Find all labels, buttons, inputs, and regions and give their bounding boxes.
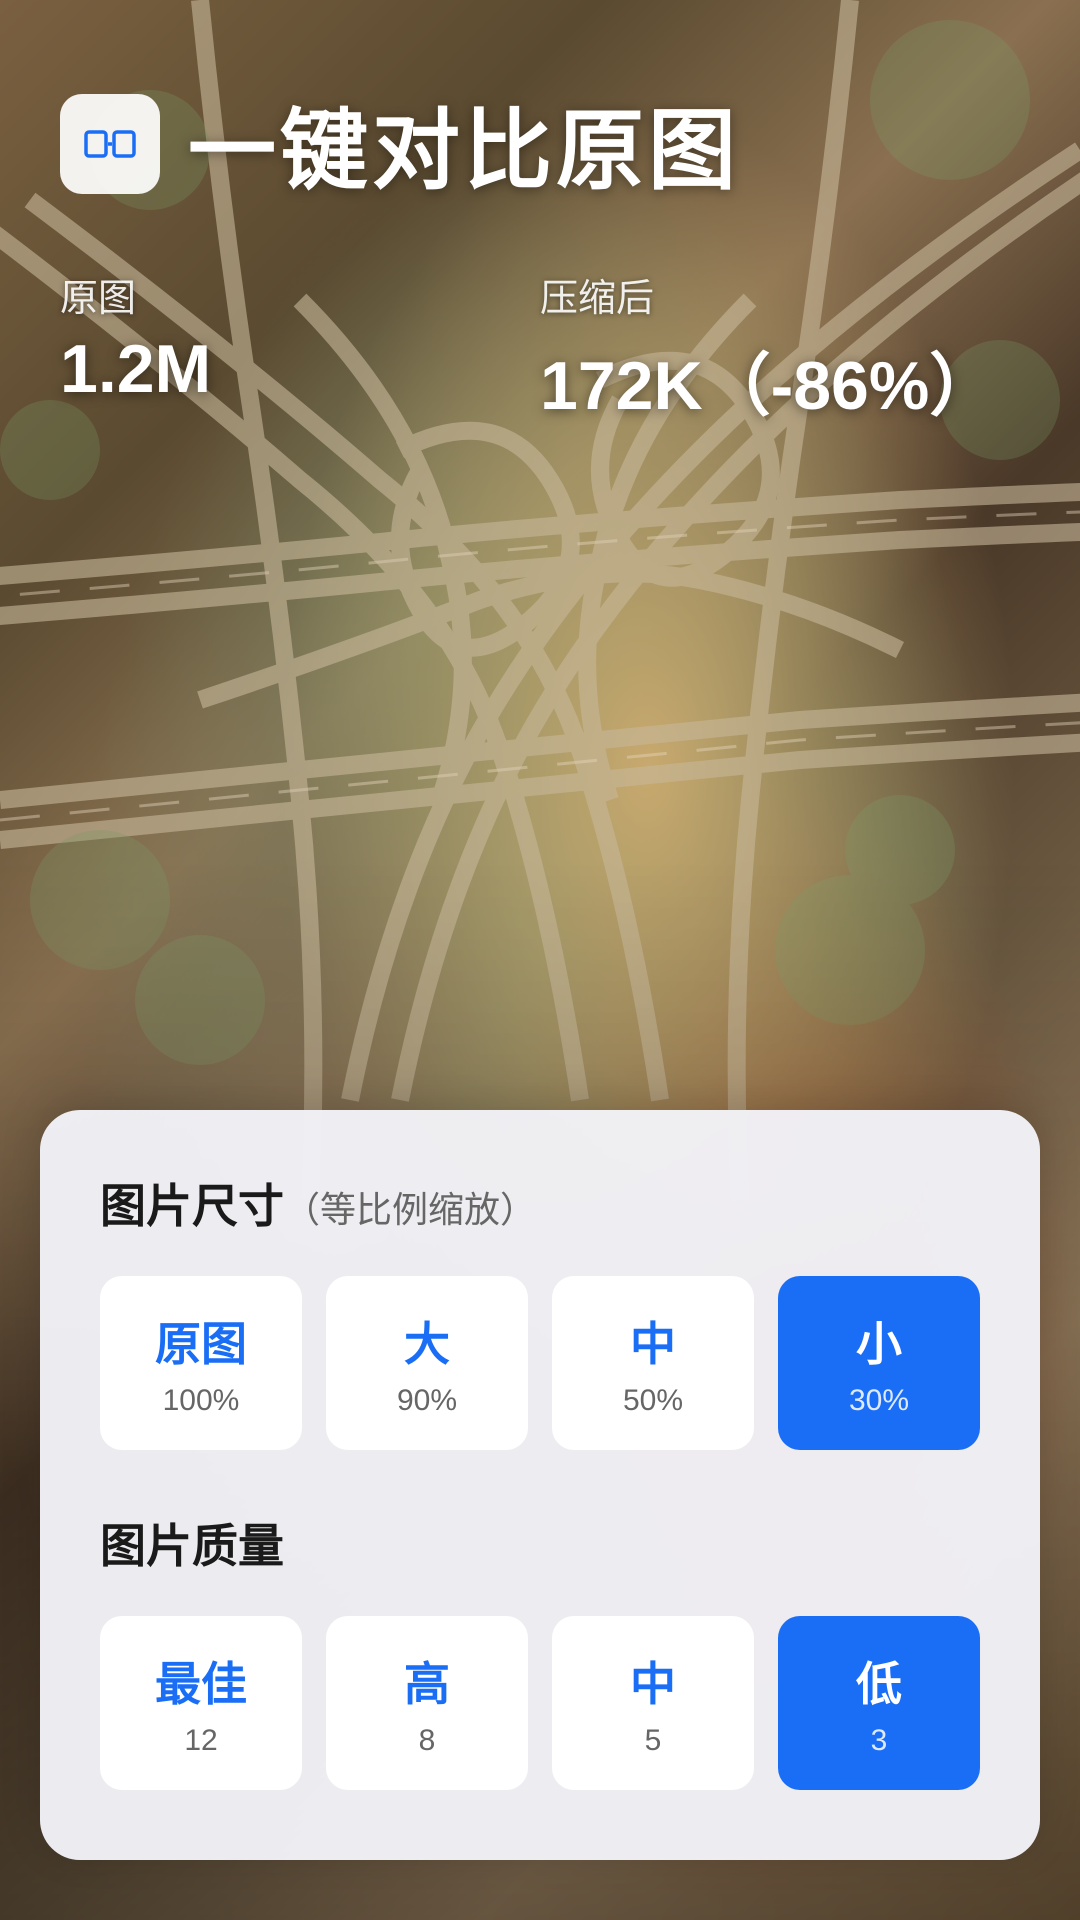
size-section-title: 图片尺寸（等比例缩放） <box>100 1170 980 1236</box>
size-small-btn[interactable]: 小 30% <box>778 1276 980 1450</box>
app-title: 一键对比原图 <box>188 80 740 207</box>
size-options-grid: 原图 100% 大 90% 中 50% 小 30% <box>100 1276 980 1450</box>
size-medium-value: 50% <box>623 1384 683 1418</box>
top-content: 一键对比原图 原图 1.2M 压缩后 172K（-86%） <box>0 0 1080 429</box>
quality-medium-btn[interactable]: 中 5 <box>552 1616 754 1790</box>
quality-low-value: 3 <box>871 1724 888 1758</box>
compressed-value: 172K（-86%） <box>540 330 1020 429</box>
quality-medium-label: 中 <box>630 1648 676 1714</box>
size-medium-btn[interactable]: 中 50% <box>552 1276 754 1450</box>
app-icon <box>60 94 160 194</box>
quality-section-title: 图片质量 <box>100 1510 980 1576</box>
size-original-label: 原图 <box>155 1308 247 1374</box>
quality-best-value: 12 <box>184 1724 217 1758</box>
quality-high-value: 8 <box>419 1724 436 1758</box>
original-label: 原图 <box>60 267 540 322</box>
quality-best-btn[interactable]: 最佳 12 <box>100 1616 302 1790</box>
original-size: 1.2M <box>60 330 540 408</box>
compressed-info: 压缩后 172K（-86%） <box>540 267 1020 429</box>
size-large-btn[interactable]: 大 90% <box>326 1276 528 1450</box>
app-header: 一键对比原图 <box>60 80 1020 207</box>
quality-section: 图片质量 最佳 12 高 8 中 5 低 3 <box>100 1510 980 1790</box>
size-medium-label: 中 <box>630 1308 676 1374</box>
compressed-label: 压缩后 <box>540 267 1020 322</box>
size-large-label: 大 <box>404 1308 450 1374</box>
quality-best-label: 最佳 <box>155 1648 247 1714</box>
bottom-panel: 图片尺寸（等比例缩放） 原图 100% 大 90% 中 50% 小 30% <box>0 1110 1080 1920</box>
comparison-info: 原图 1.2M 压缩后 172K（-86%） <box>60 267 1020 429</box>
size-section: 图片尺寸（等比例缩放） 原图 100% 大 90% 中 50% 小 30% <box>100 1170 980 1450</box>
quality-high-btn[interactable]: 高 8 <box>326 1616 528 1790</box>
size-large-value: 90% <box>397 1384 457 1418</box>
quality-low-btn[interactable]: 低 3 <box>778 1616 980 1790</box>
size-original-btn[interactable]: 原图 100% <box>100 1276 302 1450</box>
size-small-label: 小 <box>856 1308 902 1374</box>
quality-options-grid: 最佳 12 高 8 中 5 低 3 <box>100 1616 980 1790</box>
original-info: 原图 1.2M <box>60 267 540 429</box>
quality-low-label: 低 <box>856 1648 902 1714</box>
quality-medium-value: 5 <box>645 1724 662 1758</box>
size-small-value: 30% <box>849 1384 909 1418</box>
settings-card: 图片尺寸（等比例缩放） 原图 100% 大 90% 中 50% 小 30% <box>40 1110 1040 1860</box>
size-original-value: 100% <box>163 1384 240 1418</box>
quality-high-label: 高 <box>404 1648 450 1714</box>
